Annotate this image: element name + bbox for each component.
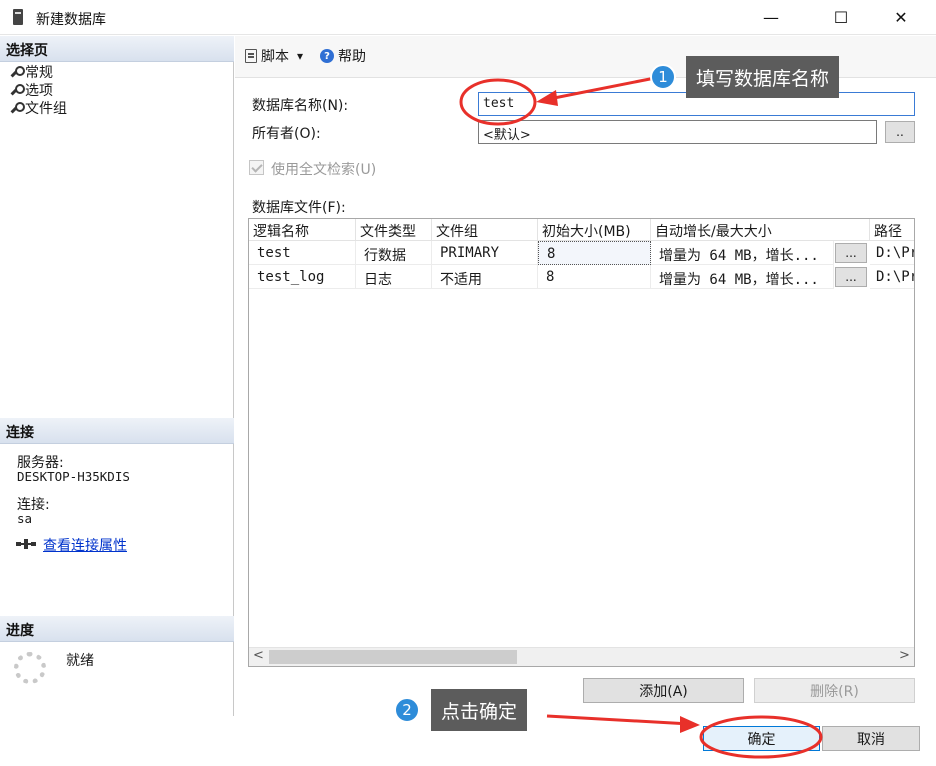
annotation-arrowhead-2: [680, 716, 700, 733]
annotation-arrow-1: [543, 76, 656, 102]
annotation-callout-1: 填写数据库名称: [686, 56, 840, 98]
annotation-arrowhead-1: [536, 90, 558, 106]
annotation-number-2: 2: [394, 697, 420, 723]
annotation-ellipse-ok: [699, 715, 823, 759]
annotation-arrow-2: [546, 714, 691, 726]
annotation-number-1: 1: [650, 64, 676, 90]
annotation-callout-2: 点击确定: [431, 689, 528, 731]
annotation-overlay: [459, 76, 823, 759]
annotation-ellipse-dbname: [459, 78, 537, 126]
